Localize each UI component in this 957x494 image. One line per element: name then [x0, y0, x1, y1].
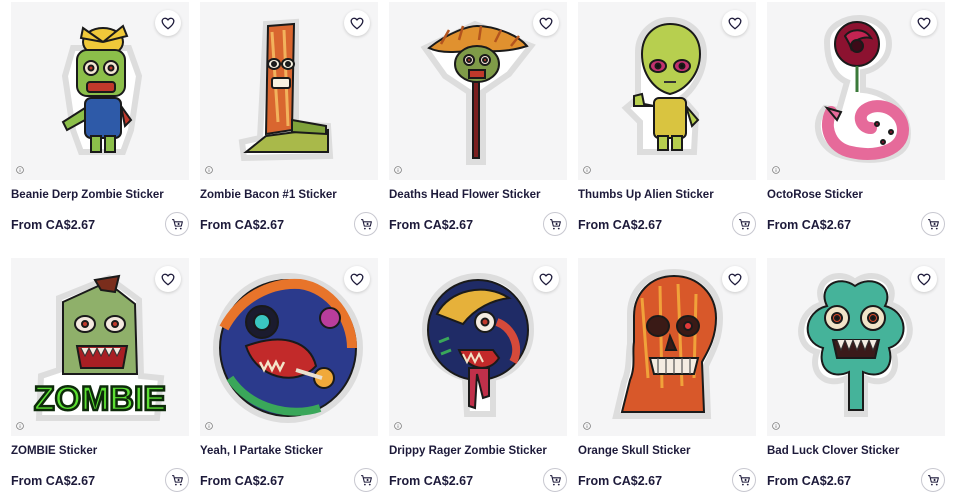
- product-grid: Beanie Derp Zombie Sticker From CA$2.67: [0, 0, 957, 494]
- add-to-cart-button[interactable]: [921, 468, 945, 492]
- add-to-cart-icon: [171, 218, 183, 229]
- product-price: From CA$2.67: [578, 218, 663, 232]
- favorite-button[interactable]: [533, 266, 559, 292]
- add-to-cart-icon: [738, 218, 750, 229]
- heart-icon: [539, 17, 553, 29]
- product-card[interactable]: Orange Skull Sticker From CA$2.67: [578, 258, 756, 494]
- info-icon[interactable]: [772, 422, 780, 430]
- product-price: From CA$2.67: [200, 474, 285, 488]
- heart-icon: [161, 17, 175, 29]
- product-image[interactable]: [578, 2, 756, 180]
- favorite-button[interactable]: [344, 10, 370, 36]
- add-to-cart-button[interactable]: [354, 468, 378, 492]
- info-icon[interactable]: [583, 422, 591, 430]
- add-to-cart-icon: [927, 218, 939, 229]
- product-card[interactable]: ZOMBIE ZOMBIE Sticker From CA$2.67: [11, 258, 189, 494]
- product-title[interactable]: OctoRose Sticker: [767, 189, 945, 203]
- product-price: From CA$2.67: [578, 474, 663, 488]
- info-icon[interactable]: [205, 422, 213, 430]
- add-to-cart-icon: [927, 474, 939, 485]
- product-card[interactable]: Zombie Bacon #1 Sticker From CA$2.67: [200, 2, 378, 238]
- product-image[interactable]: [200, 2, 378, 180]
- product-title[interactable]: Beanie Derp Zombie Sticker: [11, 189, 189, 203]
- add-to-cart-button[interactable]: [732, 468, 756, 492]
- favorite-button[interactable]: [155, 10, 181, 36]
- heart-icon: [728, 273, 742, 285]
- info-icon[interactable]: [205, 166, 213, 174]
- info-icon[interactable]: [583, 166, 591, 174]
- add-to-cart-icon: [549, 218, 561, 229]
- product-image[interactable]: [200, 258, 378, 436]
- product-price: From CA$2.67: [389, 474, 474, 488]
- product-image[interactable]: [767, 2, 945, 180]
- heart-icon: [350, 17, 364, 29]
- add-to-cart-button[interactable]: [354, 212, 378, 236]
- add-to-cart-icon: [360, 218, 372, 229]
- product-title[interactable]: ZOMBIE Sticker: [11, 445, 189, 459]
- product-price: From CA$2.67: [767, 474, 852, 488]
- product-price: From CA$2.67: [389, 218, 474, 232]
- product-card[interactable]: Deaths Head Flower Sticker From CA$2.67: [389, 2, 567, 238]
- heart-icon: [161, 273, 175, 285]
- product-price: From CA$2.67: [11, 474, 96, 488]
- add-to-cart-icon: [738, 474, 750, 485]
- favorite-button[interactable]: [533, 10, 559, 36]
- product-title[interactable]: Zombie Bacon #1 Sticker: [200, 189, 378, 203]
- product-card[interactable]: Beanie Derp Zombie Sticker From CA$2.67: [11, 2, 189, 238]
- heart-icon: [728, 17, 742, 29]
- add-to-cart-icon: [360, 474, 372, 485]
- favorite-button[interactable]: [155, 266, 181, 292]
- add-to-cart-icon: [549, 474, 561, 485]
- product-price: From CA$2.67: [200, 218, 285, 232]
- product-title[interactable]: Orange Skull Sticker: [578, 445, 756, 459]
- add-to-cart-button[interactable]: [732, 212, 756, 236]
- product-title[interactable]: Bad Luck Clover Sticker: [767, 445, 945, 459]
- product-card[interactable]: Bad Luck Clover Sticker From CA$2.67: [767, 258, 945, 494]
- add-to-cart-icon: [171, 474, 183, 485]
- info-icon[interactable]: [16, 422, 24, 430]
- info-icon[interactable]: [772, 166, 780, 174]
- product-title[interactable]: Yeah, I Partake Sticker: [200, 445, 378, 459]
- product-title[interactable]: Drippy Rager Zombie Sticker: [389, 445, 567, 459]
- info-icon[interactable]: [394, 422, 402, 430]
- product-card[interactable]: Drippy Rager Zombie Sticker From CA$2.67: [389, 258, 567, 494]
- favorite-button[interactable]: [722, 10, 748, 36]
- add-to-cart-button[interactable]: [921, 212, 945, 236]
- info-icon[interactable]: [394, 166, 402, 174]
- product-title[interactable]: Deaths Head Flower Sticker: [389, 189, 567, 203]
- zombie-word-label: ZOMBIE: [34, 380, 166, 418]
- heart-icon: [539, 273, 553, 285]
- heart-icon: [917, 17, 931, 29]
- product-image[interactable]: [389, 2, 567, 180]
- product-title[interactable]: Thumbs Up Alien Sticker: [578, 189, 756, 203]
- favorite-button[interactable]: [344, 266, 370, 292]
- product-image[interactable]: [578, 258, 756, 436]
- product-image[interactable]: ZOMBIE: [11, 258, 189, 436]
- product-card[interactable]: Thumbs Up Alien Sticker From CA$2.67: [578, 2, 756, 238]
- product-card[interactable]: OctoRose Sticker From CA$2.67: [767, 2, 945, 238]
- info-icon[interactable]: [16, 166, 24, 174]
- heart-icon: [917, 273, 931, 285]
- heart-icon: [350, 273, 364, 285]
- product-price: From CA$2.67: [767, 218, 852, 232]
- add-to-cart-button[interactable]: [165, 468, 189, 492]
- product-image[interactable]: [389, 258, 567, 436]
- add-to-cart-button[interactable]: [543, 212, 567, 236]
- add-to-cart-button[interactable]: [165, 212, 189, 236]
- product-card[interactable]: Yeah, I Partake Sticker From CA$2.67: [200, 258, 378, 494]
- product-image[interactable]: [767, 258, 945, 436]
- favorite-button[interactable]: [911, 10, 937, 36]
- favorite-button[interactable]: [722, 266, 748, 292]
- product-image[interactable]: [11, 2, 189, 180]
- product-price: From CA$2.67: [11, 218, 96, 232]
- favorite-button[interactable]: [911, 266, 937, 292]
- add-to-cart-button[interactable]: [543, 468, 567, 492]
